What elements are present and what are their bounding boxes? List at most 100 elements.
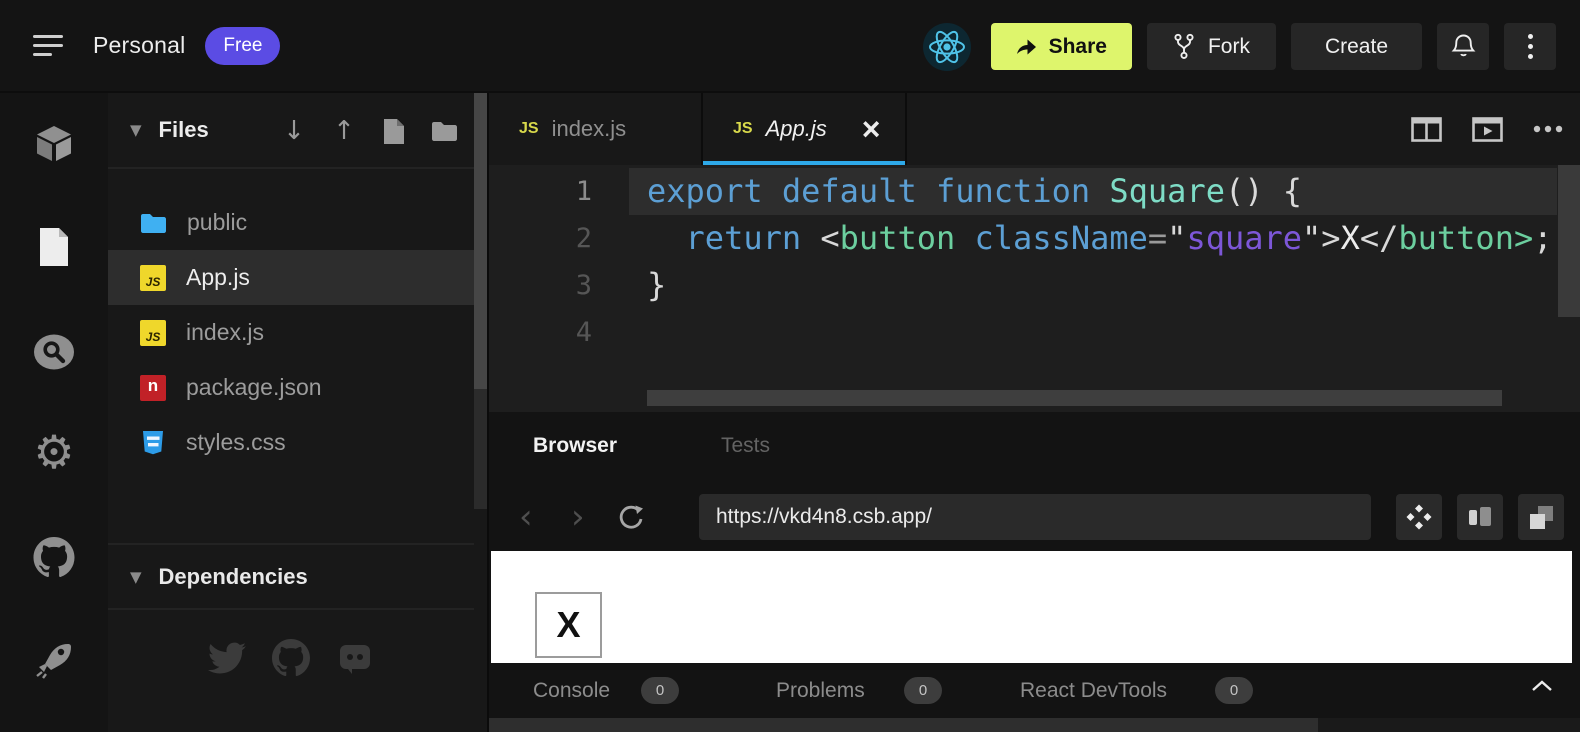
scrollbar-thumb[interactable] bbox=[489, 718, 1318, 732]
css-file-icon bbox=[140, 429, 166, 456]
files-title: Files bbox=[159, 117, 209, 143]
search-icon[interactable] bbox=[33, 331, 75, 373]
file-name: index.js bbox=[186, 319, 264, 346]
gear-icon[interactable]: ⚙ bbox=[33, 431, 74, 473]
new-file-icon[interactable] bbox=[380, 118, 408, 145]
preview-settings-icon[interactable] bbox=[1396, 494, 1442, 540]
create-button[interactable]: Create bbox=[1291, 23, 1422, 70]
chevron-up-icon[interactable] bbox=[1531, 680, 1553, 692]
dependencies-header[interactable]: ▼ Dependencies bbox=[108, 543, 474, 610]
react-devtools-count-badge: 0 bbox=[1215, 677, 1253, 704]
share-arrow-icon bbox=[1016, 38, 1037, 56]
line-number: 1 bbox=[489, 168, 592, 215]
dependencies-title: Dependencies bbox=[159, 564, 308, 590]
fork-button[interactable]: Fork bbox=[1147, 23, 1276, 70]
tab-console[interactable]: Console bbox=[533, 663, 610, 718]
file-name: public bbox=[187, 209, 247, 236]
url-input[interactable]: https://vkd4n8.csb.app/ bbox=[699, 494, 1371, 540]
top-bar: Personal Free Share bbox=[0, 0, 1580, 93]
more-options-button[interactable] bbox=[1504, 23, 1556, 70]
react-atom-icon bbox=[925, 25, 969, 69]
file-list: public JS App.js JSindex.js n package.json sty… bbox=[108, 195, 474, 470]
tab-problems[interactable]: Problems bbox=[776, 663, 865, 718]
code-line-4[interactable]: 4 bbox=[489, 309, 1580, 356]
console-count-badge: 0 bbox=[641, 677, 679, 704]
file-name: package.json bbox=[186, 374, 322, 401]
refresh-icon[interactable] bbox=[617, 494, 644, 540]
files-header: ▼ Files ↓ ↑ bbox=[108, 93, 474, 169]
download-icon[interactable]: ↓ bbox=[280, 116, 308, 146]
browser-bottom-scrollbar[interactable] bbox=[489, 718, 1580, 732]
file-item-public[interactable]: public bbox=[108, 195, 474, 250]
file-name: App.js bbox=[186, 264, 250, 291]
editor-vertical-scrollbar[interactable] bbox=[1558, 165, 1580, 317]
tab-index-js[interactable]: JS index.js bbox=[489, 93, 703, 165]
github-icon[interactable] bbox=[272, 639, 310, 677]
js-file-icon: JS bbox=[140, 265, 166, 291]
files-panel: ▼ Files ↓ ↑ public JS App.js JSindex.js npac… bbox=[108, 93, 474, 732]
preview-window-icon[interactable] bbox=[1472, 117, 1503, 142]
fork-icon bbox=[1173, 33, 1195, 60]
menu-icon[interactable] bbox=[33, 33, 67, 59]
file-item-app-js[interactable]: JS App.js bbox=[108, 250, 474, 305]
browser-url-row: ‹ › https://vkd4n8.csb.app/ bbox=[489, 494, 1580, 540]
scrollbar-track bbox=[474, 389, 487, 509]
kebab-menu-icon bbox=[1528, 34, 1533, 59]
browser-tab-bar: Browser Tests bbox=[489, 412, 1580, 480]
editor-pane: JS index.js JS App.js × 1export default … bbox=[487, 93, 1580, 412]
social-links bbox=[108, 639, 474, 677]
notifications-button[interactable] bbox=[1437, 23, 1489, 70]
responsive-mode-icon[interactable] bbox=[1457, 494, 1503, 540]
tab-tests[interactable]: Tests bbox=[721, 412, 770, 480]
chevron-down-icon[interactable]: ▼ bbox=[130, 121, 142, 139]
editor-actions bbox=[1411, 93, 1563, 165]
rocket-icon[interactable] bbox=[33, 638, 75, 680]
file-icon[interactable] bbox=[37, 227, 71, 267]
folder-icon bbox=[140, 212, 167, 234]
more-icon[interactable] bbox=[1533, 125, 1563, 133]
code-editor[interactable]: 1export default function Square() {2 ret… bbox=[489, 165, 1580, 412]
cube-icon[interactable] bbox=[33, 123, 75, 165]
discord-icon[interactable] bbox=[336, 639, 374, 677]
code-line-1[interactable]: 1export default function Square() { bbox=[489, 168, 1580, 215]
tab-app-js[interactable]: JS App.js × bbox=[703, 93, 907, 165]
bell-icon bbox=[1451, 33, 1476, 61]
preview-viewport: X bbox=[491, 551, 1572, 663]
tab-label: index.js bbox=[552, 116, 627, 142]
editor-horizontal-scrollbar[interactable] bbox=[647, 390, 1502, 406]
square-button[interactable]: X bbox=[535, 592, 602, 658]
tab-label: App.js bbox=[766, 116, 827, 142]
code-text: return <button className="square">X</but… bbox=[647, 215, 1552, 262]
file-item-styles-css[interactable]: styles.css bbox=[108, 415, 474, 470]
npm-file-icon: n bbox=[140, 375, 166, 401]
file-name: styles.css bbox=[186, 429, 286, 456]
file-item-package-json[interactable]: n package.json bbox=[108, 360, 474, 415]
share-button[interactable]: Share bbox=[991, 23, 1132, 70]
devtools-status-bar: Console 0 Problems 0 React DevTools 0 bbox=[489, 663, 1580, 718]
workspace-name: Personal bbox=[93, 32, 185, 59]
back-icon[interactable]: ‹ bbox=[519, 494, 533, 540]
chevron-down-icon: ▼ bbox=[130, 568, 142, 586]
fork-label: Fork bbox=[1208, 35, 1250, 59]
open-new-window-icon[interactable] bbox=[1518, 494, 1564, 540]
split-view-icon[interactable] bbox=[1411, 117, 1442, 142]
close-icon[interactable]: × bbox=[862, 114, 903, 144]
topbar-actions: Share Fork Create bbox=[923, 0, 1556, 93]
github-icon[interactable] bbox=[33, 537, 75, 578]
js-file-icon: JS bbox=[733, 120, 753, 138]
tab-react-devtools[interactable]: React DevTools bbox=[1020, 663, 1167, 718]
files-scrollbar[interactable] bbox=[474, 93, 487, 732]
code-line-2[interactable]: 2 return <button className="square">X</b… bbox=[489, 215, 1580, 262]
line-number: 2 bbox=[489, 215, 592, 262]
new-folder-icon[interactable] bbox=[430, 120, 458, 142]
code-line-3[interactable]: 3} bbox=[489, 262, 1580, 309]
twitter-icon[interactable] bbox=[208, 639, 246, 677]
tab-browser[interactable]: Browser bbox=[533, 412, 617, 480]
create-label: Create bbox=[1325, 35, 1388, 59]
react-logo[interactable] bbox=[923, 23, 971, 71]
code-text: } bbox=[647, 262, 666, 309]
upload-icon[interactable]: ↑ bbox=[330, 116, 358, 146]
forward-icon[interactable]: › bbox=[571, 494, 585, 540]
file-item-index-js[interactable]: JSindex.js bbox=[108, 305, 474, 360]
scrollbar-thumb[interactable] bbox=[474, 93, 487, 389]
